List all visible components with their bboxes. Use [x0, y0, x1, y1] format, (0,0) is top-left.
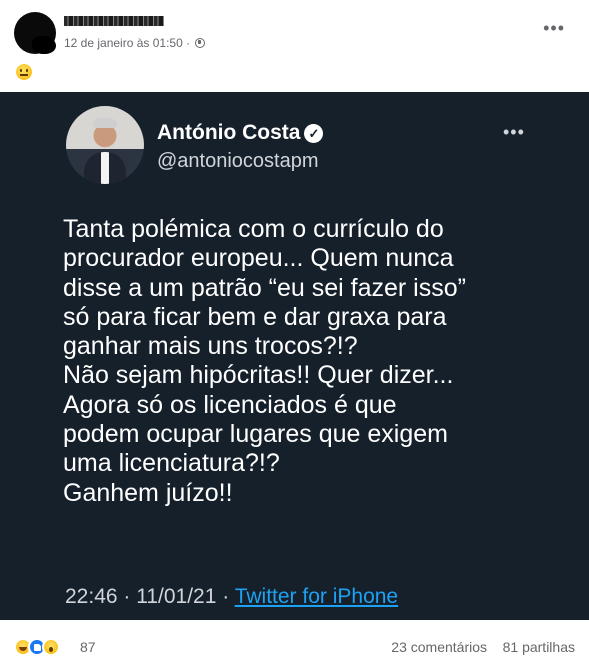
tweet-avatar [66, 106, 144, 184]
tweet-line: Agora só os licenciados é que [63, 390, 397, 419]
facebook-post: 12 de janeiro às 01:50 · ••• António Cos… [0, 0, 589, 671]
globe-icon [195, 38, 206, 48]
tweet-body: Tanta polémica com o currículo do procur… [63, 215, 563, 508]
post-meta: 12 de janeiro às 01:50 · [64, 36, 206, 50]
reaction-count[interactable]: 87 [80, 639, 96, 655]
tweet-line: ganhar mais uns trocos?!? [63, 332, 358, 361]
tweet-author-name-text: António Costa [157, 121, 301, 144]
tweet-line: só para ficar bem e dar graxa para [63, 302, 447, 331]
neutral-face-emoji-icon [16, 64, 32, 80]
tweet-handle: @antoniocostapm [157, 150, 319, 172]
redaction-scribble [64, 16, 164, 26]
post-options-icon[interactable]: ••• [543, 18, 565, 39]
tweet-line: Tanta polémica com o currículo do [63, 215, 444, 243]
redacted-author-name[interactable] [64, 14, 174, 28]
tweet-line: podem ocupar lugares que exigem [63, 420, 448, 449]
wow-icon [42, 638, 60, 656]
redacted-avatar[interactable] [14, 12, 56, 54]
shares-count[interactable]: 81 partilhas [503, 639, 575, 655]
tweet-time: 22:46 · 11/01/21 · [65, 585, 230, 608]
tweet-line: Não sejam hipócritas!! Quer dizer... [63, 361, 454, 390]
post-text [16, 64, 32, 84]
tweet-source: Twitter for iPhone [234, 585, 399, 608]
tweet-ellipsis-icon: ••• [503, 122, 525, 142]
tweet-line: disse a um patrão “eu sei fazer isso” [63, 273, 466, 302]
post-header: 12 de janeiro às 01:50 · ••• [14, 12, 575, 60]
tweet-author-name: António Costa ✓ [157, 121, 324, 145]
post-timestamp[interactable]: 12 de janeiro às 01:50 [64, 36, 183, 50]
verified-check-icon: ✓ [304, 124, 324, 143]
tweet-line: procurador europeu... Quem nunca [63, 244, 454, 273]
comments-count[interactable]: 23 comentários [391, 639, 487, 655]
meta-separator: · [186, 36, 191, 50]
tweet-footer: 22:46 · 11/01/21 · Twitter for iPhone [65, 585, 398, 609]
post-stats: 87 23 comentários 81 partilhas [14, 636, 575, 660]
tweet-line: uma licenciatura?!? [63, 449, 280, 478]
tweet-line: Ganhem juízo!! [63, 478, 233, 507]
